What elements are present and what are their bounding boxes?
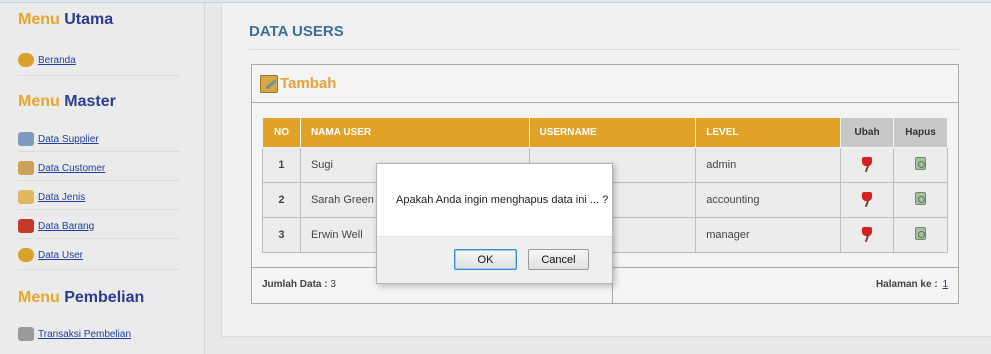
edit-icon[interactable] [860, 226, 874, 242]
edit-button[interactable] [840, 182, 895, 218]
trash-icon[interactable] [915, 157, 926, 170]
box-icon [18, 219, 34, 233]
dialog-message: Apakah Anda ingin menghapus data ini ...… [396, 194, 609, 206]
sidebar-item-label[interactable]: Data Supplier [38, 134, 99, 145]
menu-master-title: Menu Master [18, 93, 116, 110]
sidebar-item-transaksi-pembelian[interactable]: Transaksi Pembelian [18, 325, 131, 343]
page-title: DATA USERS [249, 23, 344, 40]
cancel-button[interactable]: Cancel [528, 249, 589, 270]
home-icon [18, 53, 34, 67]
edit-icon[interactable] [860, 156, 874, 172]
divider [18, 151, 180, 152]
divider [18, 75, 180, 76]
edit-icon[interactable] [860, 191, 874, 207]
pagination: Halaman ke : 1 [875, 279, 948, 290]
dialog-button-bar: OK Cancel [377, 236, 612, 283]
data-count: Jumlah Data : 3 [262, 279, 336, 290]
category-icon [18, 190, 34, 204]
trash-icon[interactable] [915, 227, 926, 240]
sidebar-item-label[interactable]: Data User [38, 250, 83, 261]
sidebar-item-label[interactable]: Data Customer [38, 163, 105, 174]
divider [18, 238, 180, 239]
edit-icon [260, 74, 278, 93]
confirm-dialog: Apakah Anda ingin menghapus data ini ...… [376, 163, 613, 284]
delete-button[interactable] [893, 182, 948, 218]
divider [18, 180, 180, 181]
cell-level: manager [695, 217, 842, 253]
trash-icon[interactable] [915, 192, 926, 205]
sidebar-item-data-user[interactable]: Data User [18, 246, 83, 264]
menu-pembelian-title: Menu Pembelian [18, 289, 145, 306]
cell-level: admin [695, 147, 842, 183]
sidebar-item-data-jenis[interactable]: Data Jenis [18, 188, 85, 206]
sidebar-item-label[interactable]: Beranda [38, 55, 76, 66]
divider [18, 209, 180, 210]
edit-button[interactable] [840, 217, 895, 253]
sidebar-item-data-barang[interactable]: Data Barang [18, 217, 94, 235]
sidebar-item-beranda[interactable]: Beranda [18, 51, 76, 69]
add-label[interactable]: Tambah [280, 75, 336, 92]
sidebar-item-label[interactable]: Data Jenis [38, 192, 85, 203]
page-link[interactable]: 1 [942, 279, 948, 290]
sidebar-item-label[interactable]: Transaksi Pembelian [38, 329, 131, 340]
col-ubah: Ubah [840, 117, 895, 148]
sidebar-item-label[interactable]: Data Barang [38, 221, 94, 232]
sidebar: Menu Utama Beranda Menu Master Data Supp… [0, 3, 205, 354]
delete-button[interactable] [893, 147, 948, 183]
menu-utama-title: Menu Utama [18, 11, 114, 28]
delete-button[interactable] [893, 217, 948, 253]
col-level: LEVEL [695, 117, 842, 148]
edit-button[interactable] [840, 147, 895, 183]
ok-button[interactable]: OK [454, 249, 517, 270]
col-nama-user: NAMA USER [299, 117, 530, 148]
add-user-button[interactable]: Tambah [252, 65, 958, 103]
cell-no: 1 [262, 147, 301, 183]
divider [18, 269, 180, 270]
cell-no: 3 [262, 217, 301, 253]
cart-icon [18, 327, 34, 341]
col-username: USERNAME [528, 117, 697, 148]
divider [249, 49, 959, 50]
customer-icon [18, 161, 34, 175]
supplier-icon [18, 132, 34, 146]
sidebar-item-data-customer[interactable]: Data Customer [18, 159, 105, 177]
table-header-row: NO NAMA USER USERNAME LEVEL Ubah Hapus [262, 117, 948, 148]
sidebar-item-data-supplier[interactable]: Data Supplier [18, 130, 99, 148]
col-no: NO [262, 117, 301, 148]
col-hapus: Hapus [893, 117, 948, 148]
users-icon [18, 248, 34, 262]
cell-no: 2 [262, 182, 301, 218]
cell-level: accounting [695, 182, 842, 218]
